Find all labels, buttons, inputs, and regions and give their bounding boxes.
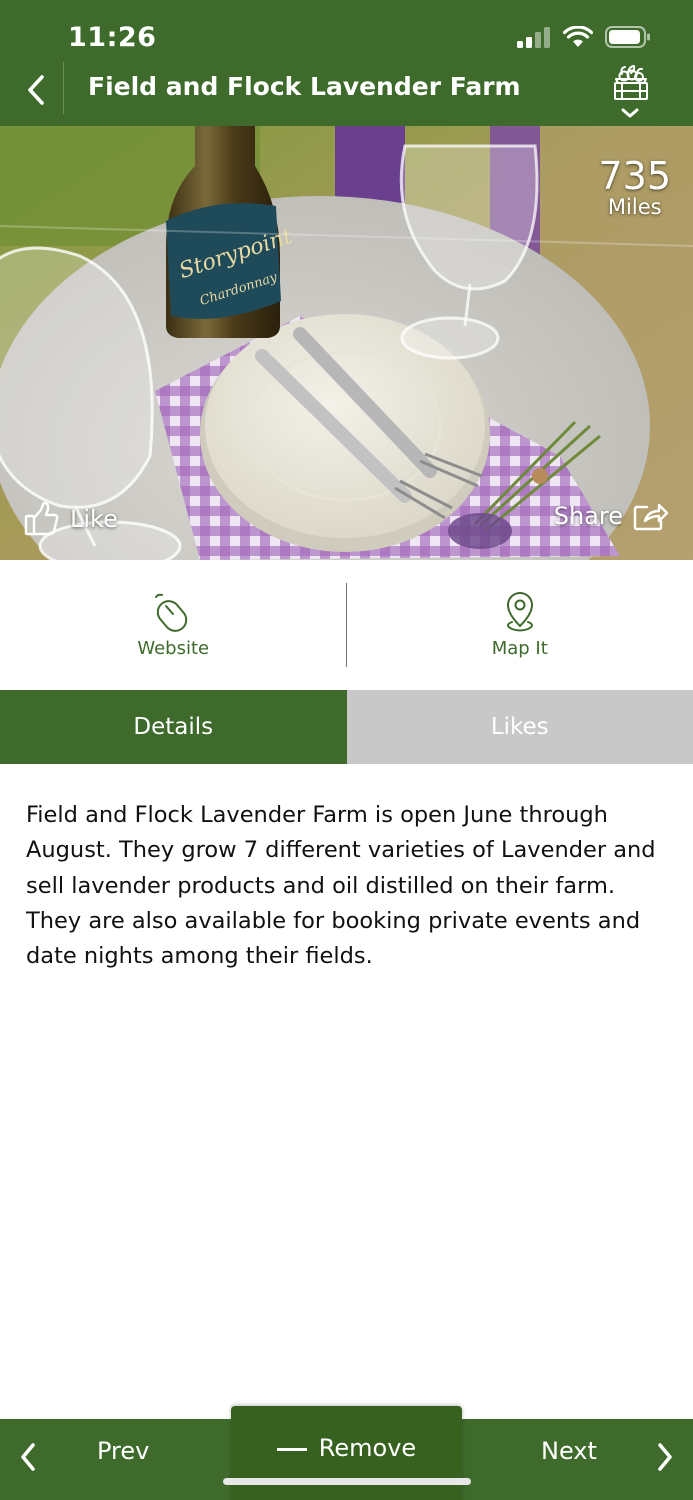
action-divider <box>346 583 347 667</box>
tab-likes[interactable]: Likes <box>346 690 693 764</box>
app-header: 11:26 Field and Flock Lavender Farm <box>0 0 693 126</box>
home-indicator[interactable] <box>223 1478 471 1485</box>
crate-menu-button[interactable] <box>606 62 654 124</box>
wifi-icon <box>563 26 593 47</box>
share-icon <box>633 503 669 531</box>
next-button[interactable]: Next <box>462 1419 693 1500</box>
next-label: Next <box>541 1437 597 1465</box>
details-description: Field and Flock Lavender Farm is open Ju… <box>26 802 656 970</box>
prev-button[interactable]: Prev <box>0 1419 231 1500</box>
map-pin-icon <box>506 591 533 631</box>
action-row: Website Map It <box>0 560 693 690</box>
chevron-right-icon <box>658 1443 672 1471</box>
remove-label: Remove <box>318 1434 417 1462</box>
like-button[interactable]: Like <box>24 501 118 537</box>
tab-bar: Details Likes <box>0 690 693 764</box>
chevron-left-icon <box>21 1443 35 1471</box>
share-button[interactable]: Share <box>554 501 669 531</box>
minus-icon <box>276 1448 307 1451</box>
share-label: Share <box>553 502 623 530</box>
website-label: Website <box>137 637 210 659</box>
thumbs-up-icon <box>24 501 59 536</box>
distance-badge: 735 Miles <box>598 156 671 218</box>
distance-unit: Miles <box>607 195 662 219</box>
status-time: 11:26 <box>68 22 157 53</box>
status-icons <box>517 26 651 48</box>
chevron-down-icon <box>621 108 639 118</box>
prev-label: Prev <box>97 1437 150 1465</box>
distance-value: 735 <box>598 154 671 198</box>
back-button[interactable] <box>14 68 58 112</box>
map-it-button[interactable]: Map It <box>347 560 693 690</box>
battery-icon <box>605 26 650 48</box>
website-button[interactable]: Website <box>0 560 347 690</box>
produce-crate-icon <box>614 65 648 118</box>
farm-table-photo: Storypoint Chardonnay <box>0 126 693 560</box>
mouse-icon <box>155 593 188 632</box>
signal-icon <box>517 27 550 48</box>
remove-button[interactable]: Remove <box>231 1406 462 1500</box>
page-title: Field and Flock Lavender Farm <box>88 72 521 101</box>
header-divider <box>63 62 64 114</box>
tab-details[interactable]: Details <box>0 690 347 764</box>
hero-photo: Storypoint Chardonnay 735 Miles Like Sha… <box>0 126 693 560</box>
chevron-left-icon <box>28 75 44 105</box>
map-it-label: Map It <box>491 637 548 659</box>
like-label: Like <box>70 505 118 533</box>
